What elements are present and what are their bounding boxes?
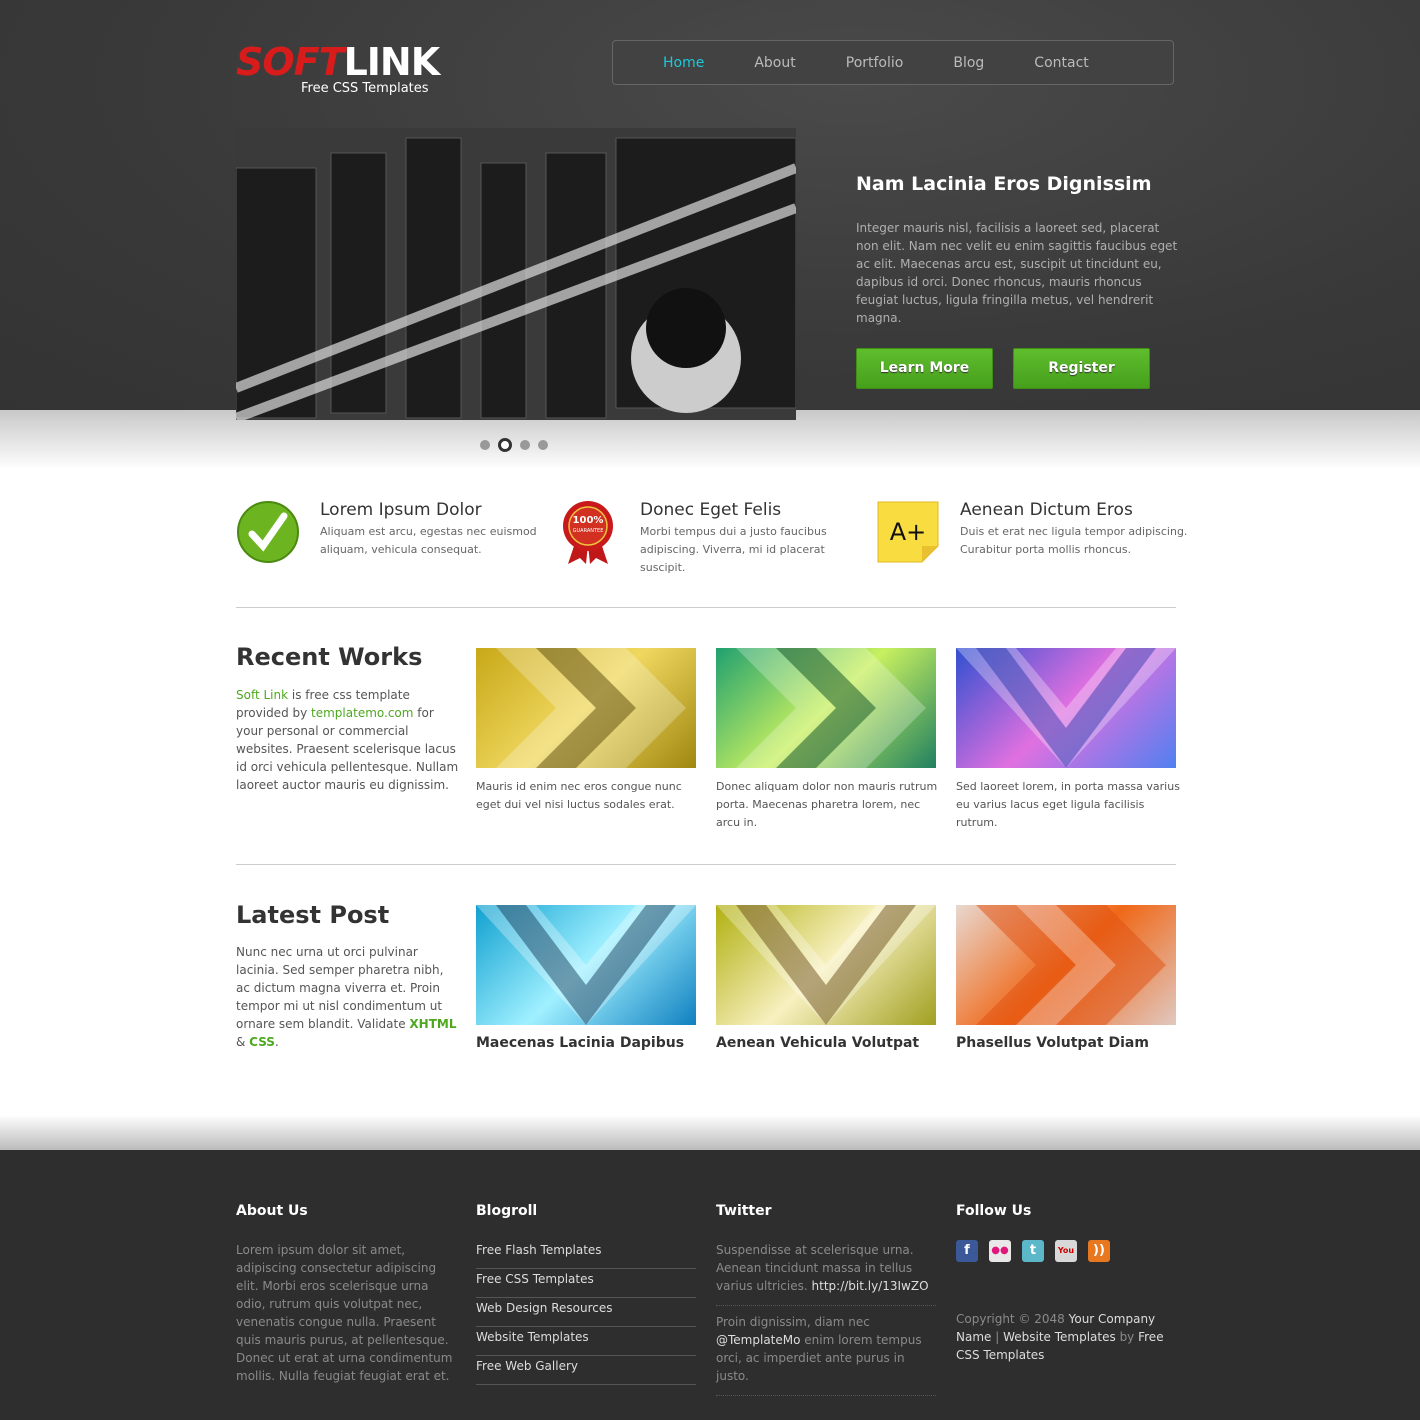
recent-work-caption: Sed laoreet lorem, in porta massa varius… <box>956 780 1180 829</box>
post-image[interactable] <box>716 905 936 1025</box>
hero-title: Nam Lacinia Eros Dignissim <box>856 173 1152 195</box>
blogroll-list: Free Flash Templates Free CSS Templates … <box>476 1240 696 1385</box>
recent-works-text: Soft Link is free css template provided … <box>236 686 461 794</box>
footer-about-title: About Us <box>236 1203 308 1219</box>
feature-title: Donec Eget Felis <box>640 500 782 520</box>
footer-about-text: Lorem ipsum dolor sit amet, adipiscing c… <box>236 1243 453 1383</box>
footer-blogroll-title: Blogroll <box>476 1203 538 1219</box>
slider-dot[interactable] <box>480 440 490 450</box>
youtube-icon[interactable]: You <box>1055 1240 1077 1262</box>
post-image[interactable] <box>956 905 1176 1025</box>
feature-text: Duis et erat nec ligula tempor adipiscin… <box>960 525 1188 556</box>
svg-text:A+: A+ <box>890 518 927 546</box>
feature-title: Lorem Ipsum Dolor <box>320 500 482 520</box>
footer-follow-title: Follow Us <box>956 1203 1032 1219</box>
templatemo-link[interactable]: templatemo.com <box>311 706 413 720</box>
nav-contact[interactable]: Contact <box>1034 55 1088 71</box>
main-nav: Home About Portfolio Blog Contact <box>612 40 1174 85</box>
recent-works-title: Recent Works <box>236 643 423 671</box>
latest-post-title: Latest Post <box>236 901 390 929</box>
nav-blog[interactable]: Blog <box>953 55 984 71</box>
logo-soft: SOFT <box>236 40 345 84</box>
text: | <box>991 1330 1004 1344</box>
svg-text:GUARANTEE: GUARANTEE <box>573 528 604 534</box>
blogroll-link[interactable]: Web Design Resources <box>476 1298 696 1327</box>
post-title[interactable]: Maecenas Lacinia Dapibus <box>476 1035 684 1051</box>
slider-pagination <box>480 438 548 452</box>
hero-text: Integer mauris nisl, facilisis a laoreet… <box>856 221 1178 325</box>
recent-work-caption: Donec aliquam dolor non mauris rutrum po… <box>716 780 938 829</box>
latest-post-text: Nunc nec urna ut orci pulvinar lacinia. … <box>236 943 461 1051</box>
xhtml-link[interactable]: XHTML <box>409 1017 456 1031</box>
a-plus-note-icon: A+ <box>877 501 939 563</box>
divider <box>236 864 1176 865</box>
text: . <box>274 1035 279 1049</box>
logo-tagline: Free CSS Templates <box>301 81 429 96</box>
text: by <box>1115 1330 1139 1344</box>
tweet-link[interactable]: http://bit.ly/13IwZO <box>812 1279 929 1293</box>
footer-fade <box>0 1115 1420 1150</box>
logo[interactable]: SOFTLINK Free CSS Templates <box>236 40 441 96</box>
nav-about[interactable]: About <box>754 55 795 71</box>
feature-text: Aliquam est arcu, egestas nec euismod al… <box>320 525 537 556</box>
nav-portfolio[interactable]: Portfolio <box>846 55 904 71</box>
rss-icon[interactable]: )) <box>1088 1240 1110 1262</box>
logo-link: LINK <box>343 40 441 84</box>
footer <box>0 1150 1420 1420</box>
post-title[interactable]: Phasellus Volutpat Diam <box>956 1035 1149 1051</box>
templatemo-handle-link[interactable]: @TemplateMo <box>716 1333 800 1347</box>
footer-twitter-title: Twitter <box>716 1203 772 1219</box>
feature-text: Morbi tempus dui a justo faucibus adipis… <box>640 525 827 574</box>
flickr-icon[interactable]: ●● <box>989 1240 1011 1262</box>
text: Proin dignissim, diam nec <box>716 1315 870 1329</box>
svg-text:100%: 100% <box>573 515 604 526</box>
blogroll-link[interactable]: Free CSS Templates <box>476 1269 696 1298</box>
facebook-icon[interactable]: f <box>956 1240 978 1262</box>
copyright: Copyright © 2048 Your Company Name | Web… <box>956 1310 1176 1364</box>
post-title[interactable]: Aenean Vehicula Volutpat <box>716 1035 919 1051</box>
tweet: Suspendisse at scelerisque urna. Aenean … <box>716 1241 936 1306</box>
slider-dot-active[interactable] <box>498 438 512 452</box>
post-image[interactable] <box>476 905 696 1025</box>
social-icons: f ●● t You )) <box>956 1240 1110 1262</box>
website-templates-link[interactable]: Website Templates <box>1003 1330 1116 1344</box>
blogroll-link[interactable]: Free Flash Templates <box>476 1240 696 1269</box>
recent-work-image[interactable] <box>716 648 936 768</box>
divider <box>236 607 1176 608</box>
feature-title: Aenean Dictum Eros <box>960 500 1133 520</box>
text: & <box>236 1035 250 1049</box>
learn-more-button[interactable]: Learn More <box>856 348 993 389</box>
blogroll-link[interactable]: Free Web Gallery <box>476 1356 696 1385</box>
checkmark-icon <box>237 501 299 563</box>
recent-work-image[interactable] <box>956 648 1176 768</box>
guarantee-badge-icon: 100% GUARANTEE <box>563 501 613 564</box>
text: Copyright © 2048 <box>956 1312 1069 1326</box>
twitter-icon[interactable]: t <box>1022 1240 1044 1262</box>
tweet: Proin dignissim, diam nec @TemplateMo en… <box>716 1313 936 1396</box>
recent-work-image[interactable] <box>476 648 696 768</box>
register-button[interactable]: Register <box>1013 348 1150 389</box>
soft-link-link[interactable]: Soft Link <box>236 688 288 702</box>
slider-image[interactable] <box>236 128 796 420</box>
slider-dot[interactable] <box>538 440 548 450</box>
recent-work-caption: Mauris id enim nec eros congue nunc eget… <box>476 780 682 811</box>
blogroll-link[interactable]: Website Templates <box>476 1327 696 1356</box>
nav-home[interactable]: Home <box>663 55 704 71</box>
slider-dot[interactable] <box>520 440 530 450</box>
css-link[interactable]: CSS <box>249 1035 275 1049</box>
